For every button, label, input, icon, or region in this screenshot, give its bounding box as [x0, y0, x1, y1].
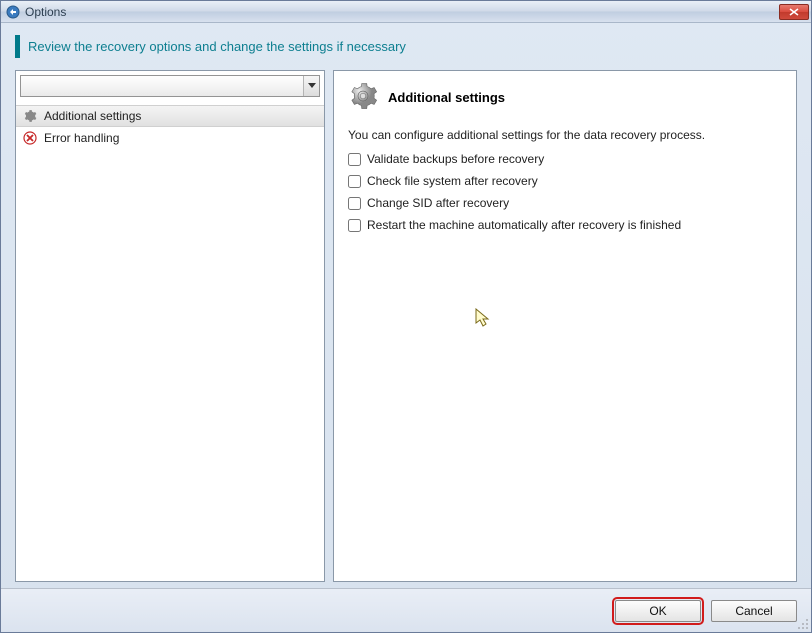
- error-icon: [22, 130, 38, 146]
- header-banner: Review the recovery options and change t…: [15, 35, 797, 58]
- option-check-filesystem[interactable]: Check file system after recovery: [348, 174, 782, 188]
- window-title: Options: [25, 5, 779, 19]
- option-restart-machine[interactable]: Restart the machine automatically after …: [348, 218, 782, 232]
- left-pane: Additional settings Error handling: [15, 70, 325, 582]
- option-label: Restart the machine automatically after …: [367, 218, 681, 232]
- section-title: Additional settings: [388, 90, 505, 105]
- option-change-sid[interactable]: Change SID after recovery: [348, 196, 782, 210]
- nav-list: Additional settings Error handling: [16, 105, 324, 581]
- cancel-button[interactable]: Cancel: [711, 600, 797, 622]
- nav-item-error-handling[interactable]: Error handling: [16, 127, 324, 149]
- nav-item-label: Additional settings: [44, 109, 141, 123]
- checkbox[interactable]: [348, 175, 361, 188]
- footer: OK Cancel: [1, 588, 811, 632]
- gear-icon: [22, 108, 38, 124]
- section-description: You can configure additional settings fo…: [348, 128, 782, 142]
- gear-large-icon: [348, 81, 378, 114]
- options-window: Options Review the recovery options and …: [0, 0, 812, 633]
- option-label: Check file system after recovery: [367, 174, 538, 188]
- titlebar[interactable]: Options: [1, 1, 811, 23]
- checkbox[interactable]: [348, 219, 361, 232]
- nav-item-additional-settings[interactable]: Additional settings: [16, 105, 324, 127]
- option-label: Validate backups before recovery: [367, 152, 544, 166]
- app-icon: [5, 4, 21, 20]
- checkbox[interactable]: [348, 197, 361, 210]
- chevron-down-icon[interactable]: [303, 76, 319, 96]
- content-area: Additional settings Error handling: [1, 64, 811, 588]
- close-button[interactable]: [779, 4, 809, 20]
- option-label: Change SID after recovery: [367, 196, 509, 210]
- ok-button[interactable]: OK: [615, 600, 701, 622]
- resize-grip-icon[interactable]: [797, 618, 809, 630]
- nav-item-label: Error handling: [44, 131, 119, 145]
- right-pane: Additional settings You can configure ad…: [333, 70, 797, 582]
- preset-dropdown[interactable]: [20, 75, 320, 97]
- option-validate-backups[interactable]: Validate backups before recovery: [348, 152, 782, 166]
- checkbox[interactable]: [348, 153, 361, 166]
- section-header: Additional settings: [348, 81, 782, 114]
